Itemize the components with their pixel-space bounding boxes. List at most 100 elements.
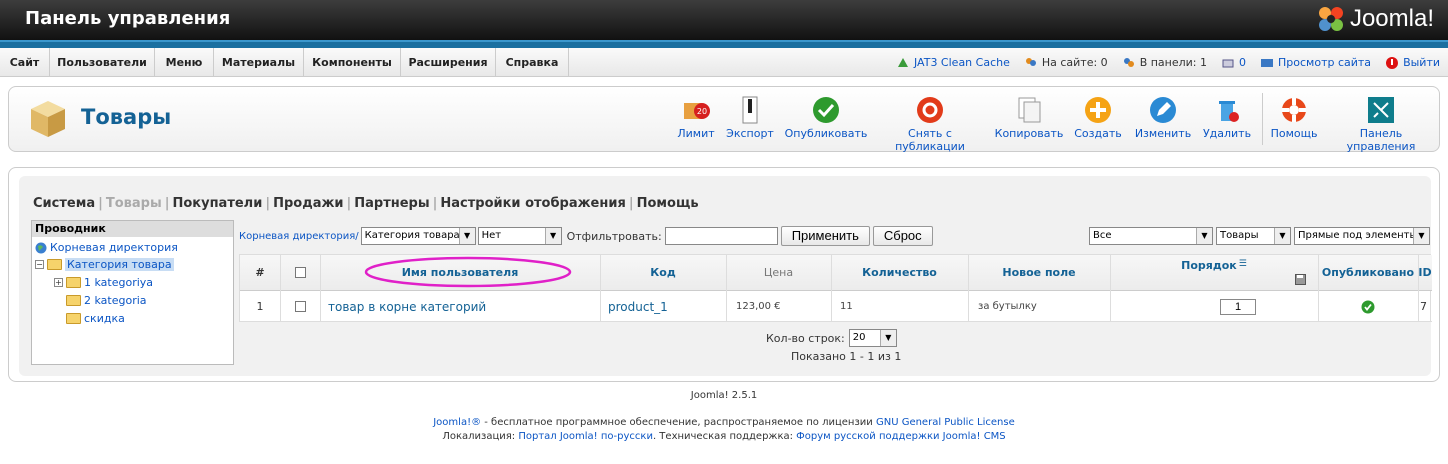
published-check-icon[interactable] <box>1361 300 1375 314</box>
subnav-sales[interactable]: Продажи <box>273 196 343 211</box>
in-panel-counter: В панели: 1 <box>1122 56 1207 70</box>
pagination: Кол-во строк: 20 ▼ <box>766 329 897 347</box>
expand-icon[interactable]: + <box>54 278 63 287</box>
row-name[interactable]: товар в корне категорий <box>328 292 598 321</box>
lifebuoy-icon <box>1282 98 1306 122</box>
col-newfield[interactable]: Новое поле <box>968 255 1110 290</box>
blue-divider <box>0 40 1448 48</box>
col-check[interactable] <box>280 255 320 290</box>
menu-help[interactable]: Справка <box>496 48 569 77</box>
col-id[interactable]: ID <box>1418 255 1432 290</box>
subnav-display-settings[interactable]: Настройки отображения <box>440 196 625 211</box>
row-check[interactable] <box>280 292 320 321</box>
publish-button[interactable]: Опубликовать <box>783 95 869 140</box>
delete-button[interactable]: Удалить <box>1201 95 1253 140</box>
chevron-down-icon: ▼ <box>544 228 561 244</box>
create-button[interactable]: Создать <box>1072 95 1124 140</box>
subnav-partners[interactable]: Партнеры <box>354 196 429 211</box>
subnav-customers[interactable]: Покупатели <box>172 196 262 211</box>
header-bar: Панель управления Joomla! <box>0 0 1448 40</box>
rows-select[interactable]: 20 ▼ <box>848 329 897 347</box>
preview-site-link[interactable]: Просмотр сайта <box>1260 56 1371 70</box>
globe-icon <box>35 242 47 253</box>
table-row[interactable]: 1 товар в корне категорий product_1 123,… <box>240 292 1432 322</box>
limit-button[interactable]: 20 Лимит <box>673 95 719 140</box>
tree-child-2[interactable]: 2 kategoria <box>66 294 147 307</box>
pencil-icon <box>1150 97 1176 123</box>
tree-child-3-label[interactable]: скидка <box>84 312 125 325</box>
main-inner: Система | Товары | Покупатели | Продажи | Партне… <box>19 176 1432 376</box>
messages-counter[interactable]: 0 <box>1221 56 1246 70</box>
save-order-icon[interactable] <box>1295 273 1309 285</box>
select-all-checkbox[interactable] <box>294 267 306 278</box>
menu-menus[interactable]: Меню <box>155 48 214 77</box>
chevron-down-icon: ▼ <box>1274 228 1290 244</box>
breadcrumb-root[interactable]: Корневая директория/ <box>239 231 359 242</box>
footer: Joomla! 2.5.1 Joomla!® - бесплатное прог… <box>0 390 1448 442</box>
products-select[interactable]: Товары ▼ <box>1216 227 1291 245</box>
subnav-help[interactable]: Помощь <box>637 196 699 211</box>
col-order-label[interactable]: Порядок <box>1181 259 1237 272</box>
menu-users[interactable]: Пользователи <box>50 48 155 77</box>
preview-label[interactable]: Просмотр сайта <box>1278 56 1371 69</box>
message-icon <box>1222 59 1234 67</box>
portal-link[interactable]: Портал Joomla! по-русски <box>518 431 653 442</box>
row-newfield: за бутылку <box>978 301 1037 312</box>
copy-button[interactable]: Копировать <box>994 95 1064 140</box>
in-panel-label: В панели: 1 <box>1139 56 1208 69</box>
tree-child-2-label[interactable]: 2 kategoria <box>84 294 147 307</box>
tree-child-1-label[interactable]: 1 kategoriya <box>84 276 153 289</box>
order-input[interactable] <box>1220 298 1256 315</box>
export-icon <box>742 96 758 124</box>
tree-child-1[interactable]: + 1 kategoriya <box>54 276 153 289</box>
direct-children-select[interactable]: Прямые под элементы ▼ <box>1294 227 1430 245</box>
category-select[interactable]: Категория товара ▼ <box>360 227 476 245</box>
row-price: 123,00 € <box>736 301 781 312</box>
toolbar-divider <box>1262 93 1263 145</box>
tree-category-label[interactable]: Категория товара <box>65 258 174 271</box>
collapse-icon[interactable]: − <box>35 260 44 269</box>
row-code[interactable]: product_1 <box>608 292 726 321</box>
col-price: Цена <box>763 266 794 279</box>
tree-root-label[interactable]: Корневая директория <box>50 241 178 254</box>
col-code[interactable]: Код <box>600 255 726 290</box>
menu-content[interactable]: Материалы <box>214 48 304 77</box>
all-select[interactable]: Все ▼ <box>1089 227 1213 245</box>
admins-icon <box>1123 57 1134 67</box>
tree-root[interactable]: Корневая директория <box>35 241 178 254</box>
menu-components[interactable]: Компоненты <box>304 48 401 77</box>
copy-label: Копировать <box>994 127 1064 140</box>
row-order[interactable] <box>1220 292 1258 321</box>
gpl-link[interactable]: GNU General Public License <box>876 417 1015 428</box>
reset-button[interactable]: Сброс <box>872 226 933 246</box>
col-order[interactable]: Порядок ☰ <box>1110 255 1318 290</box>
cache-label[interactable]: JAT3 Clean Cache <box>914 56 1010 69</box>
edit-button[interactable]: Изменить <box>1133 95 1193 140</box>
export-button[interactable]: Экспорт <box>724 95 776 140</box>
joomla-link[interactable]: Joomla!® <box>433 417 481 428</box>
cache-link[interactable]: JAT3 Clean Cache <box>896 56 1010 70</box>
tree-child-3[interactable]: скидка <box>66 312 125 325</box>
menu-site[interactable]: Сайт <box>0 48 50 77</box>
tree-category[interactable]: − Категория товара <box>35 258 174 271</box>
forum-link[interactable]: Форум русской поддержки Joomla! CMS <box>796 431 1006 442</box>
logout-label[interactable]: Выйти <box>1403 56 1440 69</box>
logout-link[interactable]: Выйти <box>1385 56 1440 70</box>
unpublish-button[interactable]: Снять с публикации <box>875 95 985 153</box>
publish-label: Опубликовать <box>784 127 868 140</box>
subnav-system[interactable]: Система <box>33 196 95 211</box>
messages-label[interactable]: 0 <box>1239 56 1246 69</box>
help-button[interactable]: Помощь <box>1269 95 1319 140</box>
row-published[interactable] <box>1318 292 1418 321</box>
filter-input[interactable] <box>664 227 778 245</box>
on-site-label: На сайте: 0 <box>1041 56 1108 69</box>
none-select[interactable]: Нет ▼ <box>477 227 562 245</box>
col-qty[interactable]: Количество <box>831 255 968 290</box>
apply-button[interactable]: Применить <box>780 226 870 246</box>
menu-extensions[interactable]: Расширения <box>401 48 496 77</box>
col-published[interactable]: Опубликовано <box>1318 255 1418 290</box>
control-panel-button[interactable]: Панель управления <box>1327 95 1435 153</box>
row-checkbox[interactable] <box>294 301 306 312</box>
users-icon <box>1025 57 1036 66</box>
limit-label: Лимит <box>677 127 715 140</box>
